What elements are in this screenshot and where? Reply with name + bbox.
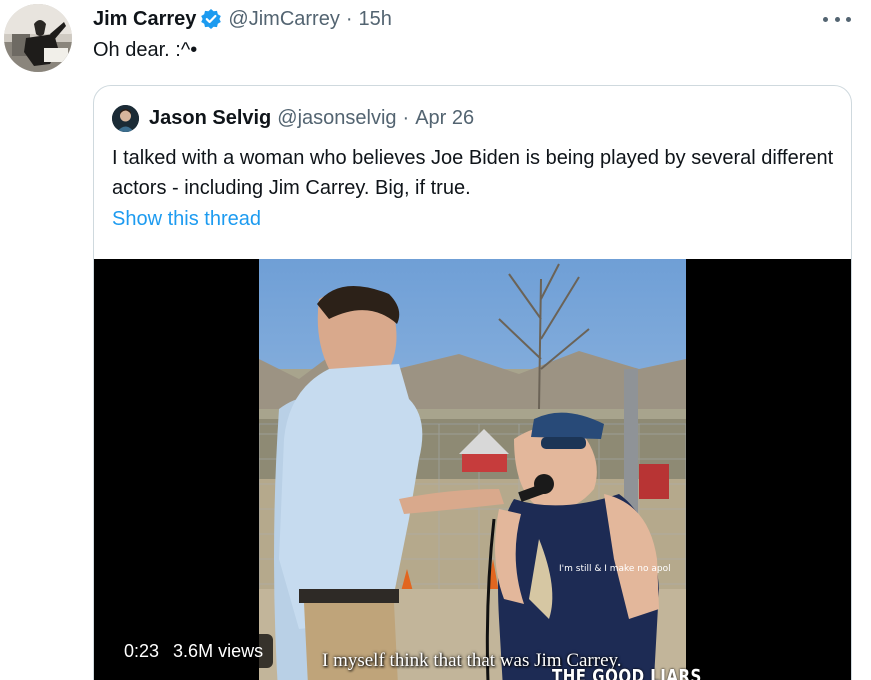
quoted-author-name[interactable]: Jason Selvig <box>149 107 271 130</box>
author-avatar-image <box>4 4 72 72</box>
video-views: 3.6M views <box>173 640 264 661</box>
video-info-badge: 0:23 3.6M views <box>114 634 274 668</box>
tweet-timestamp[interactable]: 15h <box>359 8 392 31</box>
video-watermark: THE GOOD LIARS <box>552 664 702 680</box>
quoted-tweet-header: Jason Selvig @jasonselvig · Apr 26 <box>112 104 474 132</box>
shirt-print-text: I'm still & I make no apol <box>559 564 671 574</box>
quoted-author-avatar[interactable] <box>112 104 139 132</box>
author-handle[interactable]: @JimCarrey <box>228 8 339 31</box>
quoted-tweet-text: I talked with a woman who believes Joe B… <box>112 147 834 199</box>
header-separator: · <box>345 7 353 30</box>
quoted-author-handle[interactable]: @jasonselvig <box>277 107 396 130</box>
tweet-header: Jim Carrey @JimCarrey · 15h <box>93 7 392 31</box>
video-still: I'm still & I make no apol <box>259 259 686 680</box>
verified-badge-icon <box>200 8 222 30</box>
quoted-tweet-card[interactable]: Jason Selvig @jasonselvig · Apr 26 I tal… <box>93 85 852 680</box>
video-player[interactable]: I'm still & I make no apol I myself thin… <box>94 259 851 680</box>
show-thread-link[interactable]: Show this thread <box>112 208 261 231</box>
more-options-icon[interactable] <box>823 9 851 29</box>
author-name[interactable]: Jim Carrey <box>93 8 196 31</box>
quoted-header-separator: · <box>402 106 410 129</box>
video-frame: I'm still & I make no apol <box>259 259 686 680</box>
tweet-text: Oh dear. :^• <box>93 39 198 61</box>
quoted-tweet-date[interactable]: Apr 26 <box>415 107 474 130</box>
video-duration: 0:23 <box>124 640 160 661</box>
author-avatar[interactable] <box>4 4 72 72</box>
